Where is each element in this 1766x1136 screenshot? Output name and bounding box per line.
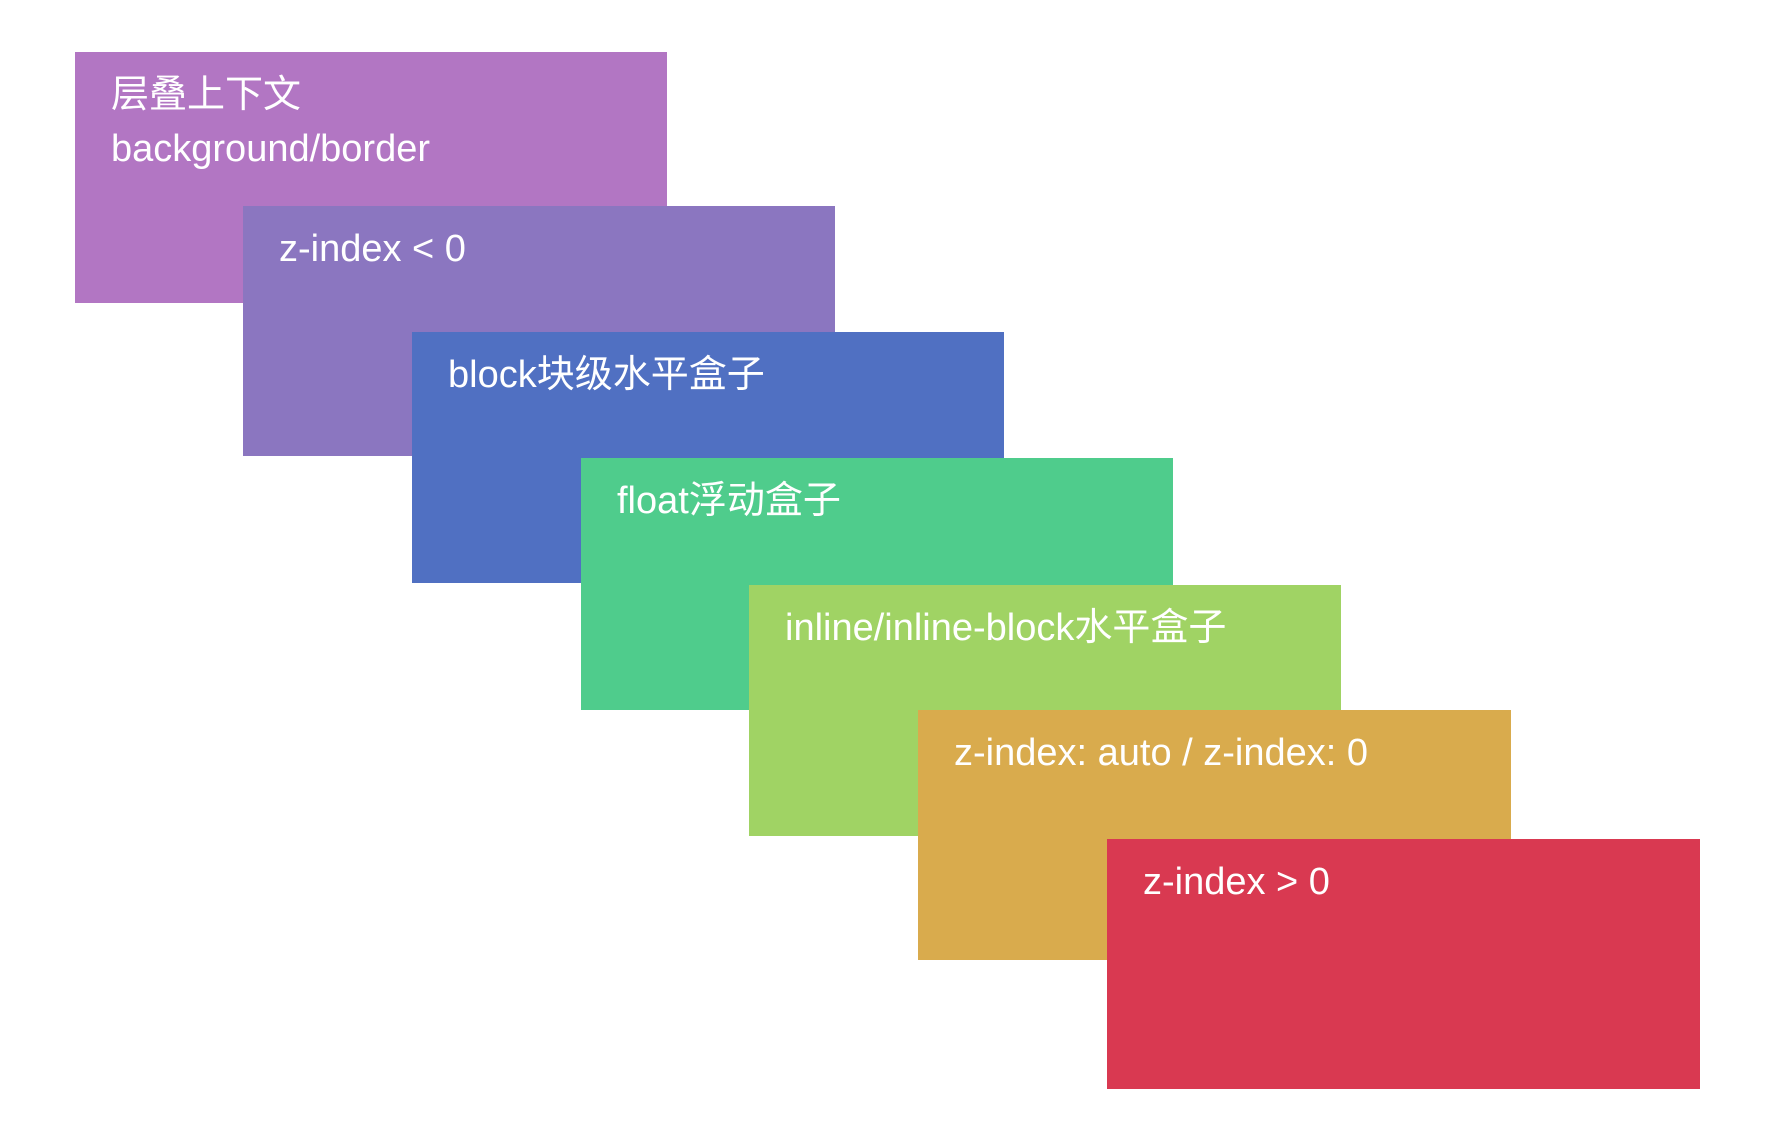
layer-title: z-index < 0 — [279, 228, 466, 270]
layer-title: 层叠上下文 — [111, 74, 302, 116]
stacking-order-diagram: 层叠上下文 background/border z-index < 0 bloc… — [0, 0, 1766, 1136]
layer-positive-z-index: z-index > 0 — [1107, 839, 1700, 1089]
layer-subtitle: background/border — [111, 128, 430, 170]
layer-title: inline/inline-block水平盒子 — [785, 607, 1227, 649]
layer-title: block块级水平盒子 — [448, 354, 765, 396]
layer-title: z-index > 0 — [1143, 861, 1330, 903]
layer-title: float浮动盒子 — [617, 480, 841, 522]
layer-title: z-index: auto / z-index: 0 — [954, 732, 1368, 774]
